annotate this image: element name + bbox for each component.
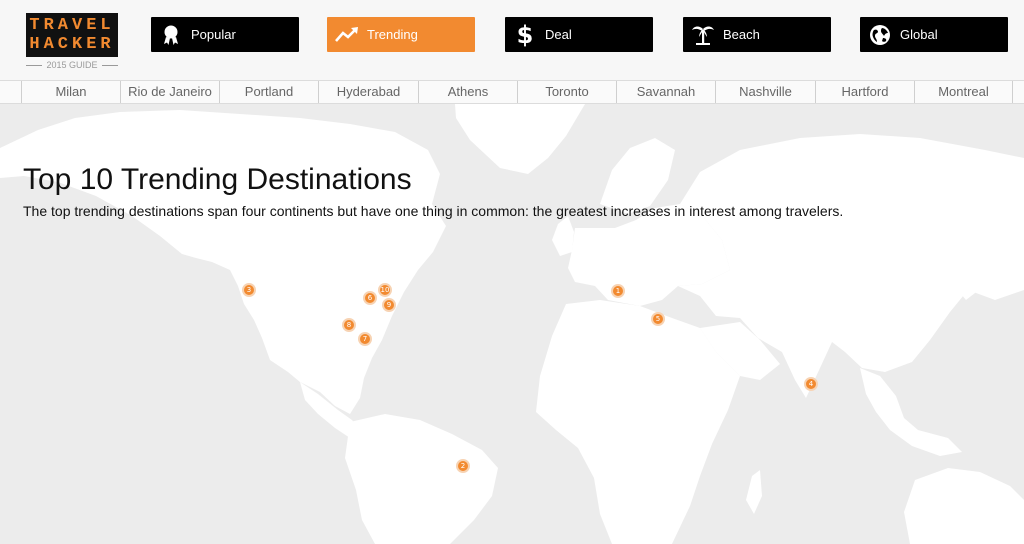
trending-up-icon: [327, 17, 367, 52]
city-tab-milan[interactable]: Milan: [21, 81, 120, 103]
map-marker-4[interactable]: 4: [804, 377, 818, 391]
nav-global-label: Global: [900, 27, 938, 42]
nav-beach-button[interactable]: Beach: [683, 17, 831, 52]
city-tab-rio-de-janeiro[interactable]: Rio de Janeiro: [120, 81, 219, 103]
map-madagascar: [746, 470, 762, 514]
city-tab-hartford[interactable]: Hartford: [815, 81, 914, 103]
map-marker-9[interactable]: 9: [382, 298, 396, 312]
logo-box: TRAVEL HACKER: [26, 13, 118, 57]
nav-global-button[interactable]: Global: [860, 17, 1008, 52]
logo-sub-text: 2015 GUIDE: [46, 60, 98, 70]
city-tab-montreal[interactable]: Montreal: [914, 81, 1013, 103]
globe-icon: [860, 17, 900, 52]
map-south-america: [345, 414, 498, 544]
map-marker-1[interactable]: 1: [611, 284, 625, 298]
travel-hacker-logo[interactable]: TRAVEL HACKER 2015 GUIDE: [26, 13, 118, 71]
map-marker-6[interactable]: 6: [363, 291, 377, 305]
nav-beach-label: Beach: [723, 27, 760, 42]
map-uk: [552, 216, 574, 256]
page-subtitle: The top trending destinations span four …: [23, 203, 844, 219]
city-tab-savannah[interactable]: Savannah: [616, 81, 715, 103]
dollar-sign-icon: $: [516, 20, 534, 49]
city-tab-toronto[interactable]: Toronto: [517, 81, 616, 103]
header: TRAVEL HACKER 2015 GUIDE Popular Trendin…: [0, 0, 1024, 80]
map-australia: [904, 468, 1024, 544]
page-title: Top 10 Trending Destinations: [23, 163, 412, 196]
map-marker-8[interactable]: 8: [342, 318, 356, 332]
nav-trending-button[interactable]: Trending: [327, 17, 475, 52]
nav-trending-label: Trending: [367, 27, 418, 42]
logo-line2: HACKER: [29, 35, 115, 54]
nav-popular-label: Popular: [191, 27, 236, 42]
map-marker-10[interactable]: 10: [378, 283, 392, 297]
palm-tree-icon: [683, 17, 723, 52]
city-tab-hyderabad[interactable]: Hyderabad: [318, 81, 418, 103]
nav-popular-button[interactable]: Popular: [151, 17, 299, 52]
logo-rule-right: [101, 64, 118, 66]
logo-line1: TRAVEL: [29, 16, 115, 35]
map-southeast-asia: [860, 368, 962, 456]
map-north-america: [0, 110, 446, 414]
city-tab-athens[interactable]: Athens: [418, 81, 517, 103]
map-greenland: [455, 104, 585, 174]
map-marker-5[interactable]: 5: [651, 312, 665, 326]
city-tab-bar: Milan Rio de Janeiro Portland Hyderabad …: [0, 80, 1024, 104]
nav-deal-label: Deal: [545, 27, 572, 42]
map-marker-7[interactable]: 7: [358, 332, 372, 346]
award-ribbon-icon: [151, 17, 191, 52]
logo-rule-left: [26, 64, 43, 66]
city-tab-portland[interactable]: Portland: [219, 81, 318, 103]
map-marker-3[interactable]: 3: [242, 283, 256, 297]
city-tab-nashville[interactable]: Nashville: [715, 81, 815, 103]
nav-deal-button[interactable]: $ Deal: [505, 17, 653, 52]
logo-subtitle: 2015 GUIDE: [26, 60, 118, 70]
map-marker-2[interactable]: 2: [456, 459, 470, 473]
